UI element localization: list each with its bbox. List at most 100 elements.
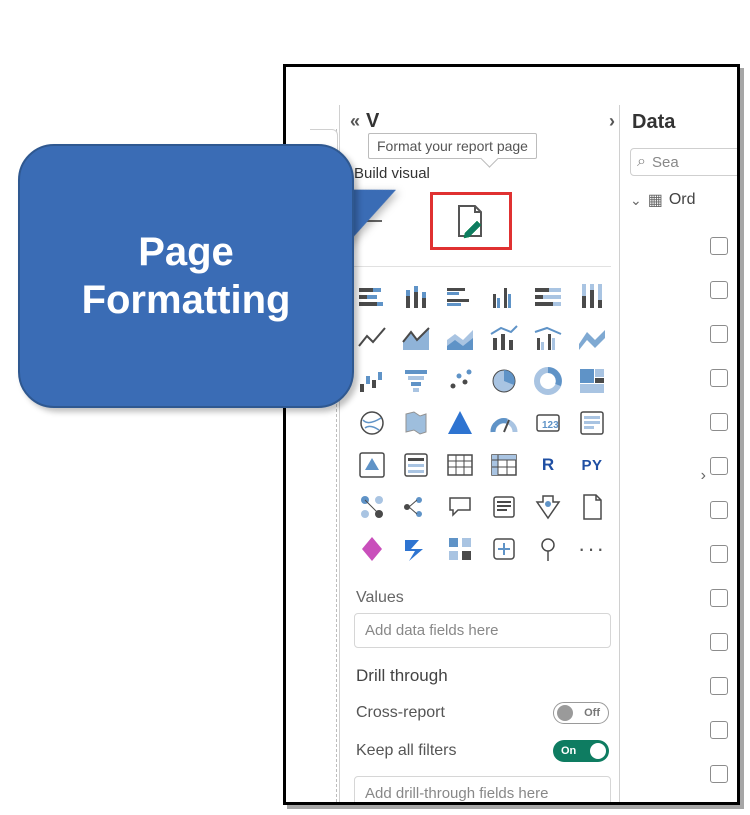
line-stacked-column-icon: [489, 324, 519, 354]
pin-visuals-icon: [533, 534, 563, 564]
more-icon[interactable]: ···: [574, 531, 610, 567]
narrative-icon[interactable]: [486, 489, 522, 525]
pin-visuals-icon[interactable]: [530, 531, 566, 567]
clustered-bar-icon[interactable]: [442, 279, 478, 315]
gauge-icon: [489, 408, 519, 438]
filled-map-icon[interactable]: [398, 405, 434, 441]
donut-icon: [533, 366, 563, 396]
collapse-pane-icon[interactable]: «: [350, 111, 360, 132]
format-page-button[interactable]: [451, 201, 491, 241]
azure-map-icon: [445, 408, 475, 438]
power-apps-icon[interactable]: [354, 531, 390, 567]
slicer-icon[interactable]: [398, 447, 434, 483]
stacked-column-icon: [401, 282, 431, 312]
stacked-area-icon[interactable]: [442, 321, 478, 357]
field-checkbox[interactable]: [710, 633, 728, 651]
field-checkbox[interactable]: [710, 677, 728, 695]
matrix-icon: [489, 450, 519, 480]
field-checkbox[interactable]: [710, 721, 728, 739]
kpi-icon: [357, 450, 387, 480]
fields-search[interactable]: ⌕ Sea: [630, 148, 740, 176]
get-visuals-icon: [489, 534, 519, 564]
field-checkbox[interactable]: [710, 237, 728, 255]
stacked-column-icon[interactable]: [398, 279, 434, 315]
qa-icon[interactable]: [442, 489, 478, 525]
clustered-bar-icon: [445, 282, 475, 312]
field-checkbox[interactable]: [710, 589, 728, 607]
r-script-icon[interactable]: R: [530, 447, 566, 483]
multirow-card-icon[interactable]: [574, 405, 610, 441]
values-well[interactable]: Add data fields here: [354, 613, 611, 648]
filled-map-icon: [401, 408, 431, 438]
stacked100-column-icon[interactable]: [574, 279, 610, 315]
field-checkbox[interactable]: [710, 281, 728, 299]
funnel-icon[interactable]: [398, 363, 434, 399]
line-clustered-column-icon[interactable]: [530, 321, 566, 357]
field-checkbox[interactable]: [710, 457, 728, 475]
treemap-icon[interactable]: [574, 363, 610, 399]
keep-filters-row: Keep all filters On: [346, 732, 619, 770]
kpi-icon[interactable]: [354, 447, 390, 483]
decomposition-icon[interactable]: [398, 489, 434, 525]
goals-icon: [533, 492, 563, 522]
azure-map-icon[interactable]: [442, 405, 478, 441]
scatter-icon: [445, 366, 475, 396]
map-icon[interactable]: [354, 405, 390, 441]
card-icon[interactable]: 123: [530, 405, 566, 441]
py-script-icon[interactable]: PY: [574, 447, 610, 483]
cross-report-toggle[interactable]: Off: [553, 702, 609, 724]
paginated-icon[interactable]: [574, 489, 610, 525]
power-automate-icon[interactable]: [398, 531, 434, 567]
pie-icon[interactable]: [486, 363, 522, 399]
waterfall-icon[interactable]: [354, 363, 390, 399]
ribbon-icon: [577, 324, 607, 354]
keep-filters-label: Keep all filters: [356, 742, 457, 760]
pane-overflow-icon[interactable]: ›: [609, 111, 615, 132]
field-checkbox[interactable]: [710, 325, 728, 343]
line-stacked-column-icon[interactable]: [486, 321, 522, 357]
format-page-highlight: [430, 192, 512, 250]
table-node[interactable]: ⌄ ▦ Ord: [630, 176, 734, 216]
key-influencer-icon[interactable]: [354, 489, 390, 525]
values-label: Values: [346, 571, 619, 613]
slicer-icon: [401, 450, 431, 480]
line-clustered-column-icon: [533, 324, 563, 354]
matrix-icon[interactable]: [486, 447, 522, 483]
field-checkbox[interactable]: [710, 369, 728, 387]
expand-caret-icon[interactable]: ›: [701, 467, 706, 485]
goals-icon[interactable]: [530, 489, 566, 525]
cross-report-label: Cross-report: [356, 704, 445, 722]
get-visuals-icon[interactable]: [486, 531, 522, 567]
ribbon-icon[interactable]: [574, 321, 610, 357]
search-placeholder: Sea: [652, 154, 679, 171]
field-checkbox[interactable]: [710, 545, 728, 563]
clustered-column-icon: [489, 282, 519, 312]
stacked100-bar-icon: [533, 282, 563, 312]
stacked100-bar-icon[interactable]: [530, 279, 566, 315]
app-source-icon[interactable]: [442, 531, 478, 567]
callout-text: Page Formatting: [82, 228, 291, 324]
scatter-icon[interactable]: [442, 363, 478, 399]
pie-icon: [489, 366, 519, 396]
drill-through-well[interactable]: Add drill-through fields here: [354, 776, 611, 805]
table-icon[interactable]: [442, 447, 478, 483]
donut-icon[interactable]: [530, 363, 566, 399]
data-pane: Data ⌕ Sea ⌄ ▦ Ord ›: [622, 105, 734, 802]
field-checkbox[interactable]: [710, 413, 728, 431]
vis-pane-title: V: [366, 110, 379, 133]
power-apps-icon: [357, 534, 387, 564]
field-checkbox[interactable]: [710, 765, 728, 783]
stacked-bar-icon: [357, 282, 387, 312]
gauge-icon[interactable]: [486, 405, 522, 441]
clustered-column-icon[interactable]: [486, 279, 522, 315]
line-icon[interactable]: [354, 321, 390, 357]
card-icon: 123: [533, 408, 563, 438]
field-checkbox[interactable]: [710, 501, 728, 519]
stacked-bar-icon[interactable]: [354, 279, 390, 315]
funnel-icon: [401, 366, 431, 396]
svg-text:123: 123: [542, 420, 559, 431]
keep-filters-toggle[interactable]: On: [553, 740, 609, 762]
area-icon[interactable]: [398, 321, 434, 357]
narrative-icon: [489, 492, 519, 522]
table-name: Ord: [669, 191, 696, 209]
